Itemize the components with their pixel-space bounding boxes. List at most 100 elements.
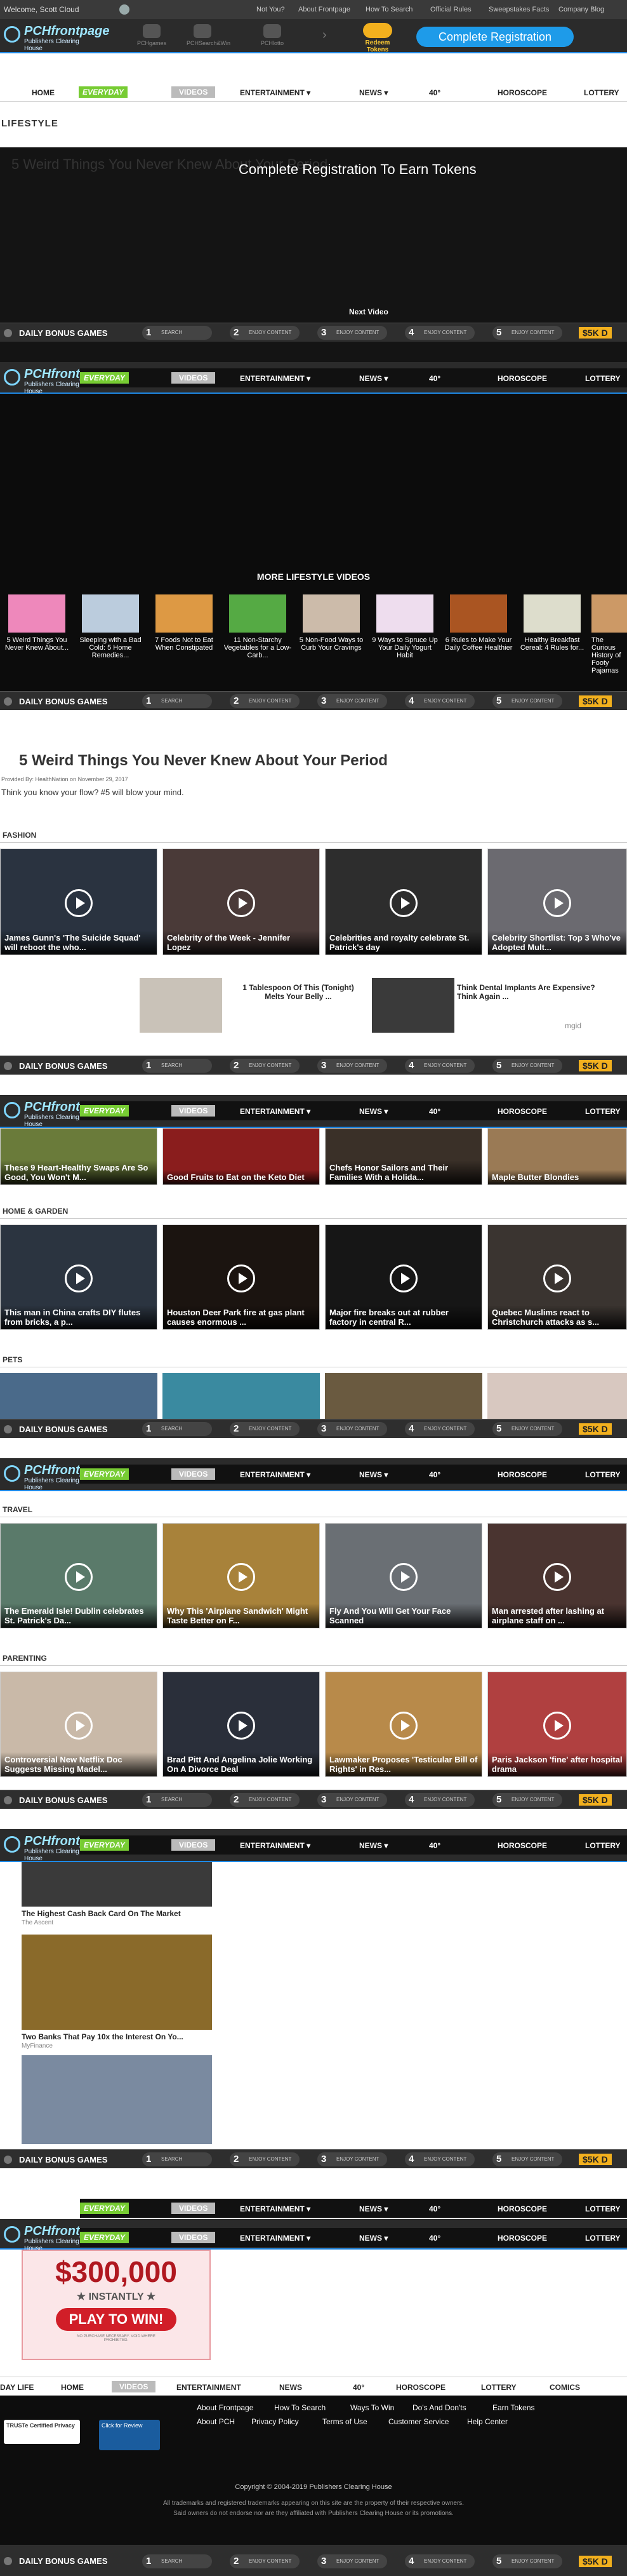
nav-lottery[interactable]: LOTTERY — [585, 2234, 621, 2243]
bonus-step-2[interactable]: 2 ENJOY CONTENT — [230, 1422, 300, 1436]
play-icon[interactable] — [390, 1712, 418, 1740]
nav-horoscope[interactable]: HOROSCOPE — [498, 1107, 547, 1116]
parenting-card[interactable]: Lawmaker Proposes 'Testicular Bill of Ri… — [325, 1672, 482, 1777]
nav-entertainment[interactable]: ENTERTAINMENT ▾ — [240, 1107, 310, 1116]
food-card[interactable]: Good Fruits to Eat on the Keto Diet — [162, 1128, 320, 1185]
official-rules-link[interactable]: Official Rules — [430, 6, 472, 13]
play-icon[interactable] — [227, 889, 255, 918]
home-card[interactable]: This man in China crafts DIY flutes from… — [0, 1224, 157, 1330]
footer-link[interactable]: About PCH — [197, 2417, 235, 2426]
nav-everyday[interactable]: EVERYDAY — [80, 2203, 129, 2214]
nav-weather[interactable]: 40° — [429, 374, 440, 383]
travel-card[interactable]: Why This 'Airplane Sandwich' Might Taste… — [162, 1523, 320, 1628]
bonus-step-5[interactable]: 5 ENJOY CONTENT — [492, 2152, 562, 2166]
nav-lottery[interactable]: LOTTERY — [585, 1841, 621, 1850]
nav-entertainment[interactable]: ENTERTAINMENT ▾ — [240, 374, 310, 383]
prize-badge[interactable]: $5K D — [579, 1423, 612, 1435]
ad-title[interactable]: 1 Tablespoon Of This (Tonight) Melts You… — [235, 983, 362, 1001]
pch-logo[interactable]: PCHfrontpage Publishers Clearing House — [4, 2224, 109, 2252]
nav-lottery[interactable]: LOTTERY — [585, 2204, 621, 2213]
next-video-label[interactable]: Next Video — [349, 307, 388, 316]
play-icon[interactable] — [390, 1265, 418, 1293]
pets-card[interactable] — [325, 1373, 482, 1419]
nav-everyday[interactable]: EVERYDAY — [80, 1105, 129, 1117]
bonus-step-2[interactable]: 2 ENJOY CONTENT — [230, 1793, 300, 1807]
nav-entertainment[interactable]: ENTERTAINMENT ▾ — [240, 2204, 310, 2213]
nav-videos[interactable]: VIDEOS — [171, 1839, 216, 1851]
home-card[interactable]: Houston Deer Park fire at gas plant caus… — [162, 1224, 320, 1330]
ad-image[interactable] — [22, 1935, 212, 2030]
nav-entertainment[interactable]: ENTERTAINMENT — [176, 2383, 241, 2392]
pch-logo[interactable]: PCHfrontpage Publishers Clearing House — [4, 1463, 109, 1491]
prize-badge[interactable]: $5K D — [579, 695, 612, 707]
bonus-step-4[interactable]: 4 ENJOY CONTENT — [405, 2554, 475, 2568]
more-video-item[interactable]: Healthy Breakfast Cereal: 4 Rules for... — [518, 594, 586, 652]
nav-everyday-life[interactable]: DAY LIFE — [0, 2383, 34, 2392]
nav-everyday[interactable]: EVERYDAY — [79, 86, 128, 98]
footer-link[interactable]: Do's And Don'ts — [412, 2403, 466, 2412]
info-icon[interactable] — [4, 2557, 12, 2565]
play-icon[interactable] — [543, 1563, 571, 1592]
nav-entertainment[interactable]: ENTERTAINMENT ▾ — [240, 2234, 310, 2243]
play-icon[interactable] — [390, 889, 418, 918]
nav-weather[interactable]: 40° — [429, 1470, 440, 1479]
footer-link[interactable]: Help Center — [467, 2417, 508, 2426]
bonus-step-3[interactable]: 3 ENJOY CONTENT — [317, 2554, 387, 2568]
bonus-step-4[interactable]: 4 ENJOY CONTENT — [405, 2152, 475, 2166]
nav-home[interactable]: HOME — [61, 2383, 84, 2392]
bonus-step-2[interactable]: 2 ENJOY CONTENT — [230, 2152, 300, 2166]
nav-comics[interactable]: COMICS — [550, 2383, 580, 2392]
more-video-item[interactable]: 9 Ways to Spruce Up Your Daily Yogurt Ha… — [371, 594, 439, 659]
more-video-item[interactable]: Sleeping with a Bad Cold: 5 Home Remedie… — [76, 594, 145, 659]
more-video-item[interactable]: The Curious History of Footy Pajamas — [591, 594, 627, 674]
play-icon[interactable] — [65, 1712, 93, 1740]
play-icon[interactable] — [227, 1712, 255, 1740]
bonus-step-2[interactable]: 2 ENJOY CONTENT — [230, 326, 300, 340]
nav-horoscope[interactable]: HOROSCOPE — [498, 88, 547, 97]
fashion-card[interactable]: Celebrity Shortlist: Top 3 Who've Adopte… — [487, 849, 627, 955]
info-icon[interactable] — [4, 1062, 12, 1070]
bonus-step-1[interactable]: 1 SEARCH — [142, 2152, 212, 2166]
sweepstakes-facts-link[interactable]: Sweepstakes Facts — [489, 6, 549, 13]
home-card[interactable]: Quebec Muslims react to Christchurch att… — [487, 1224, 627, 1330]
footer-link[interactable]: Terms of Use — [322, 2417, 367, 2426]
registration-overlay[interactable]: Complete Registration To Earn Tokens — [239, 161, 477, 178]
play-icon[interactable] — [65, 1563, 93, 1592]
play-icon[interactable] — [227, 1563, 255, 1592]
food-card[interactable]: Chefs Honor Sailors and Their Families W… — [325, 1128, 482, 1185]
more-video-item[interactable]: 6 Rules to Make Your Daily Coffee Health… — [444, 594, 513, 652]
nav-horoscope[interactable]: HOROSCOPE — [498, 374, 547, 383]
nav-entertainment[interactable]: ENTERTAINMENT ▾ — [240, 1841, 310, 1850]
bonus-step-5[interactable]: 5 ENJOY CONTENT — [492, 2554, 562, 2568]
prize-badge[interactable]: $5K D — [579, 327, 612, 339]
travel-card[interactable]: Man arrested after lashing at airplane s… — [487, 1523, 627, 1628]
bonus-step-3[interactable]: 3 ENJOY CONTENT — [317, 326, 387, 340]
bonus-step-4[interactable]: 4 ENJOY CONTENT — [405, 1793, 475, 1807]
redeem-tokens-button[interactable]: Redeem Tokens — [355, 23, 400, 53]
bonus-step-1[interactable]: 1 SEARCH — [142, 1059, 212, 1073]
promo-banner[interactable]: $300,000 ★ INSTANTLY ★ PLAY TO WIN! NO P… — [22, 2250, 211, 2360]
avatar[interactable] — [119, 4, 129, 15]
nav-videos[interactable]: VIDEOS — [112, 2381, 156, 2392]
nav-lottery[interactable]: LOTTERY — [585, 1107, 621, 1116]
nav-entertainment[interactable]: ENTERTAINMENT ▾ — [240, 88, 310, 97]
parenting-card[interactable]: Paris Jackson 'fine' after hospital dram… — [487, 1672, 627, 1777]
mgid-brand[interactable]: mgid — [565, 1021, 581, 1030]
info-icon[interactable] — [4, 1796, 12, 1804]
nav-everyday[interactable]: EVERYDAY — [80, 2232, 129, 2243]
nav-home[interactable]: HOME — [32, 88, 55, 97]
footer-link[interactable]: Earn Tokens — [492, 2403, 535, 2412]
pch-games-link[interactable]: PCHgames — [136, 24, 168, 46]
pets-card[interactable] — [487, 1373, 627, 1419]
travel-card[interactable]: Fly And You Will Get Your Face Scanned — [325, 1523, 482, 1628]
how-to-search-link[interactable]: How To Search — [366, 6, 412, 13]
bonus-step-5[interactable]: 5 ENJOY CONTENT — [492, 1422, 562, 1436]
chevron-right-icon[interactable]: › — [322, 28, 327, 43]
parenting-card[interactable]: Brad Pitt And Angelina Jolie Working On … — [162, 1672, 320, 1777]
nav-videos[interactable]: VIDEOS — [171, 1468, 216, 1480]
nav-news[interactable]: NEWS ▾ — [359, 88, 388, 97]
home-card[interactable]: Major fire breaks out at rubber factory … — [325, 1224, 482, 1330]
prize-badge[interactable]: $5K D — [579, 1794, 612, 1806]
play-icon[interactable] — [65, 1265, 93, 1293]
bbb-badge[interactable]: Click for Review — [99, 2420, 160, 2450]
